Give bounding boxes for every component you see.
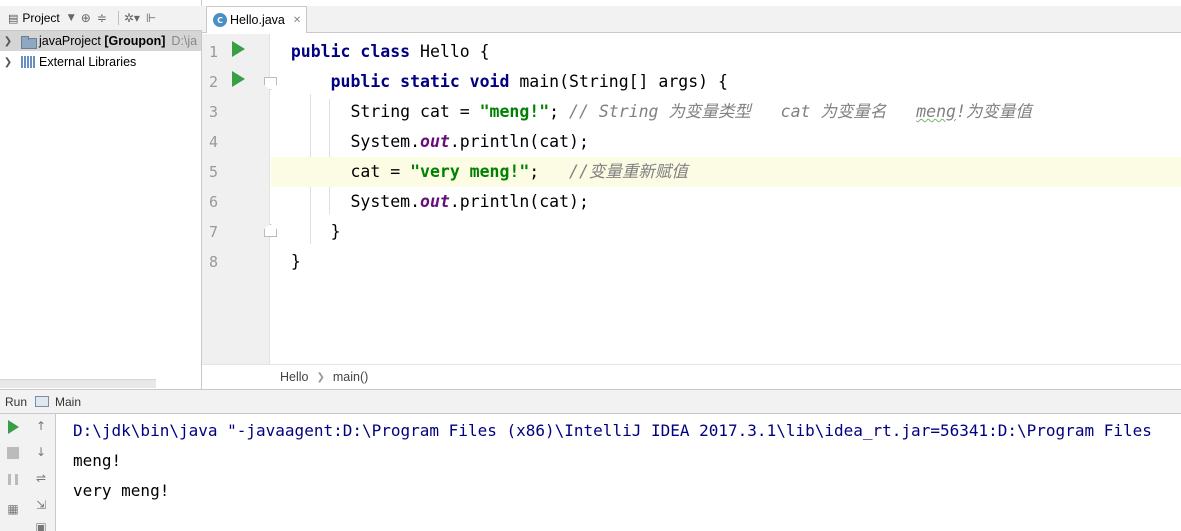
breadcrumb-method[interactable]: main() (333, 370, 368, 384)
tree-item-path: D:\ja (171, 34, 198, 48)
code-line-5: cat = "very meng!"; //变量重新赋值 (271, 157, 1181, 187)
line-number: 8 (208, 253, 218, 271)
arrow-down-icon[interactable]: ↓ (32, 443, 50, 461)
library-icon (21, 56, 35, 68)
breadcrumb-class[interactable]: Hello (280, 370, 309, 384)
console-icon (35, 396, 50, 407)
code-line-3: String cat = "meng!"; // String 为变量类型 ca… (271, 102, 1032, 121)
tree-item-label: javaProject [Groupon] (39, 34, 166, 48)
line-number: 4 (208, 133, 218, 151)
console-output[interactable]: D:\jdk\bin\java "-javaagent:D:\Program F… (57, 414, 1181, 531)
tab-hello-java[interactable]: C Hello.java ✕ (206, 6, 307, 33)
code-line-2: public static void main(String[] args) { (330, 72, 728, 91)
run-panel-header: Run Main (0, 389, 1181, 414)
project-tool-window: ▤ Project ▼ ⊕ ≑ ✲▾ ⊩ ❯ javaProject [Grou… (0, 0, 202, 389)
code-area[interactable]: public class Hello { public static void … (271, 34, 1181, 364)
chevron-right-icon[interactable]: ❯ (1, 36, 15, 47)
chevron-right-icon: ❯ (316, 371, 325, 383)
close-icon[interactable]: ✕ (293, 15, 301, 26)
java-class-icon: C (213, 13, 227, 27)
run-config-tab[interactable]: Main (55, 395, 81, 409)
line-number: 2 (208, 73, 218, 91)
stop-icon[interactable] (4, 444, 22, 462)
tree-item-label: External Libraries (39, 55, 137, 69)
project-view-selector[interactable]: Project (22, 11, 59, 25)
editor-gutter: 1 2 3 4 5 6 7 8 (202, 34, 277, 364)
run-panel-label[interactable]: Run (5, 395, 27, 409)
toolbar-separator (117, 11, 119, 25)
soft-wrap-icon[interactable]: ⇌ (32, 469, 50, 487)
rerun-icon[interactable] (4, 418, 22, 436)
collapse-all-icon[interactable]: ≑ (97, 11, 107, 25)
code-line-1: public class Hello { (290, 42, 490, 61)
code-line-4: System.out.println(cat); (271, 132, 589, 151)
restore-layout-icon[interactable]: ▦ (4, 500, 22, 518)
chevron-right-icon[interactable]: ❯ (1, 57, 15, 68)
run-panel-toolbar: ↑ ↓ ⇌ ▦ ⇲ ▣ (0, 414, 56, 531)
code-line-7: } (271, 222, 341, 241)
console-output-line: very meng! (73, 481, 170, 500)
project-view-icon: ▤ (8, 11, 19, 25)
line-number: 1 (208, 43, 218, 61)
code-editor[interactable]: 1 2 3 4 5 6 7 8 public class Hello { pub… (202, 34, 1181, 364)
pause-icon[interactable] (4, 470, 22, 488)
run-class-icon[interactable] (232, 41, 245, 57)
gear-icon[interactable]: ✲▾ (124, 11, 140, 25)
horizontal-scrollbar[interactable] (0, 379, 156, 388)
arrow-up-icon[interactable]: ↑ (32, 417, 50, 435)
console-output-line: meng! (73, 451, 122, 470)
line-number: 7 (208, 223, 218, 241)
dropdown-arrow-icon[interactable]: ▼ (68, 13, 75, 23)
run-main-icon[interactable] (232, 71, 245, 87)
hide-panel-icon[interactable]: ⊩ (146, 11, 156, 25)
tree-item-java-project[interactable]: ❯ javaProject [Groupon] D:\ja (0, 31, 201, 51)
line-number: 5 (208, 163, 218, 181)
scroll-from-source-icon[interactable]: ⊕ (81, 11, 91, 25)
editor-breadcrumb: Hello ❯ main() (202, 364, 1181, 389)
print-icon[interactable]: ▣ (32, 518, 50, 531)
code-line-8: } (271, 252, 301, 271)
module-folder-icon (21, 35, 37, 49)
scroll-to-end-icon[interactable]: ⇲ (32, 496, 50, 514)
tab-label: Hello.java (230, 13, 285, 27)
project-toolbar: ▤ Project ▼ ⊕ ≑ ✲▾ ⊩ (0, 6, 202, 31)
code-line-6: System.out.println(cat); (271, 192, 589, 211)
console-command-line: D:\jdk\bin\java "-javaagent:D:\Program F… (73, 421, 1152, 440)
line-number: 6 (208, 193, 218, 211)
editor-tab-bar: C Hello.java ✕ (202, 6, 1181, 33)
tree-item-external-libraries[interactable]: ❯ External Libraries (0, 52, 136, 72)
line-number: 3 (208, 103, 218, 121)
